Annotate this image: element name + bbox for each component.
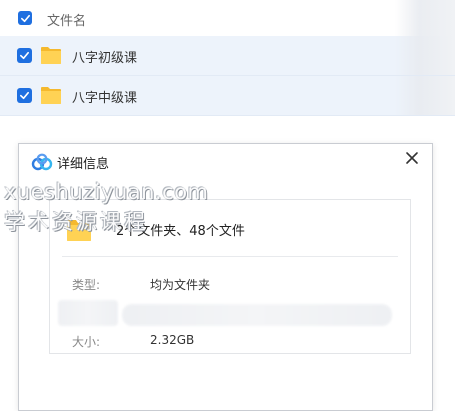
file-row[interactable]: 八字初级课 [0, 36, 455, 76]
watermark-url: xueshuziyuan.com [4, 180, 209, 204]
folder-icon [41, 87, 61, 104]
folder-icon [41, 47, 61, 64]
blurred-region [58, 300, 118, 326]
watermark-text: 学术资源课程 [4, 210, 148, 234]
close-button[interactable] [402, 148, 422, 168]
check-icon [20, 91, 29, 100]
row-checkbox[interactable] [17, 88, 32, 103]
select-all-checkbox[interactable] [18, 11, 32, 25]
dialog-title: 详细信息 [57, 157, 110, 172]
blurred-region [395, 76, 455, 115]
divider [62, 256, 398, 257]
check-icon [20, 14, 30, 22]
row-checkbox[interactable] [17, 48, 32, 63]
blurred-region [395, 36, 455, 75]
file-list-header: 文件名 [0, 0, 455, 36]
baidu-netdisk-logo-icon [31, 153, 53, 171]
file-list: 文件名 八字初级课 八字中级课 [0, 0, 455, 116]
dialog-titlebar[interactable]: 详细信息 [19, 144, 432, 180]
size-value: 2.32GB [150, 333, 195, 347]
blurred-region [395, 0, 455, 36]
close-icon [406, 152, 418, 164]
size-label: 大小: [72, 335, 101, 349]
file-name[interactable]: 八字初级课 [72, 47, 137, 66]
file-name[interactable]: 八字中级课 [72, 87, 137, 106]
blurred-region [122, 304, 392, 326]
file-row[interactable]: 八字中级课 [0, 76, 455, 116]
column-header-filename[interactable]: 文件名 [47, 10, 86, 29]
type-value: 均为文件夹 [150, 278, 211, 292]
check-icon [20, 51, 29, 60]
type-label: 类型: [72, 278, 101, 292]
